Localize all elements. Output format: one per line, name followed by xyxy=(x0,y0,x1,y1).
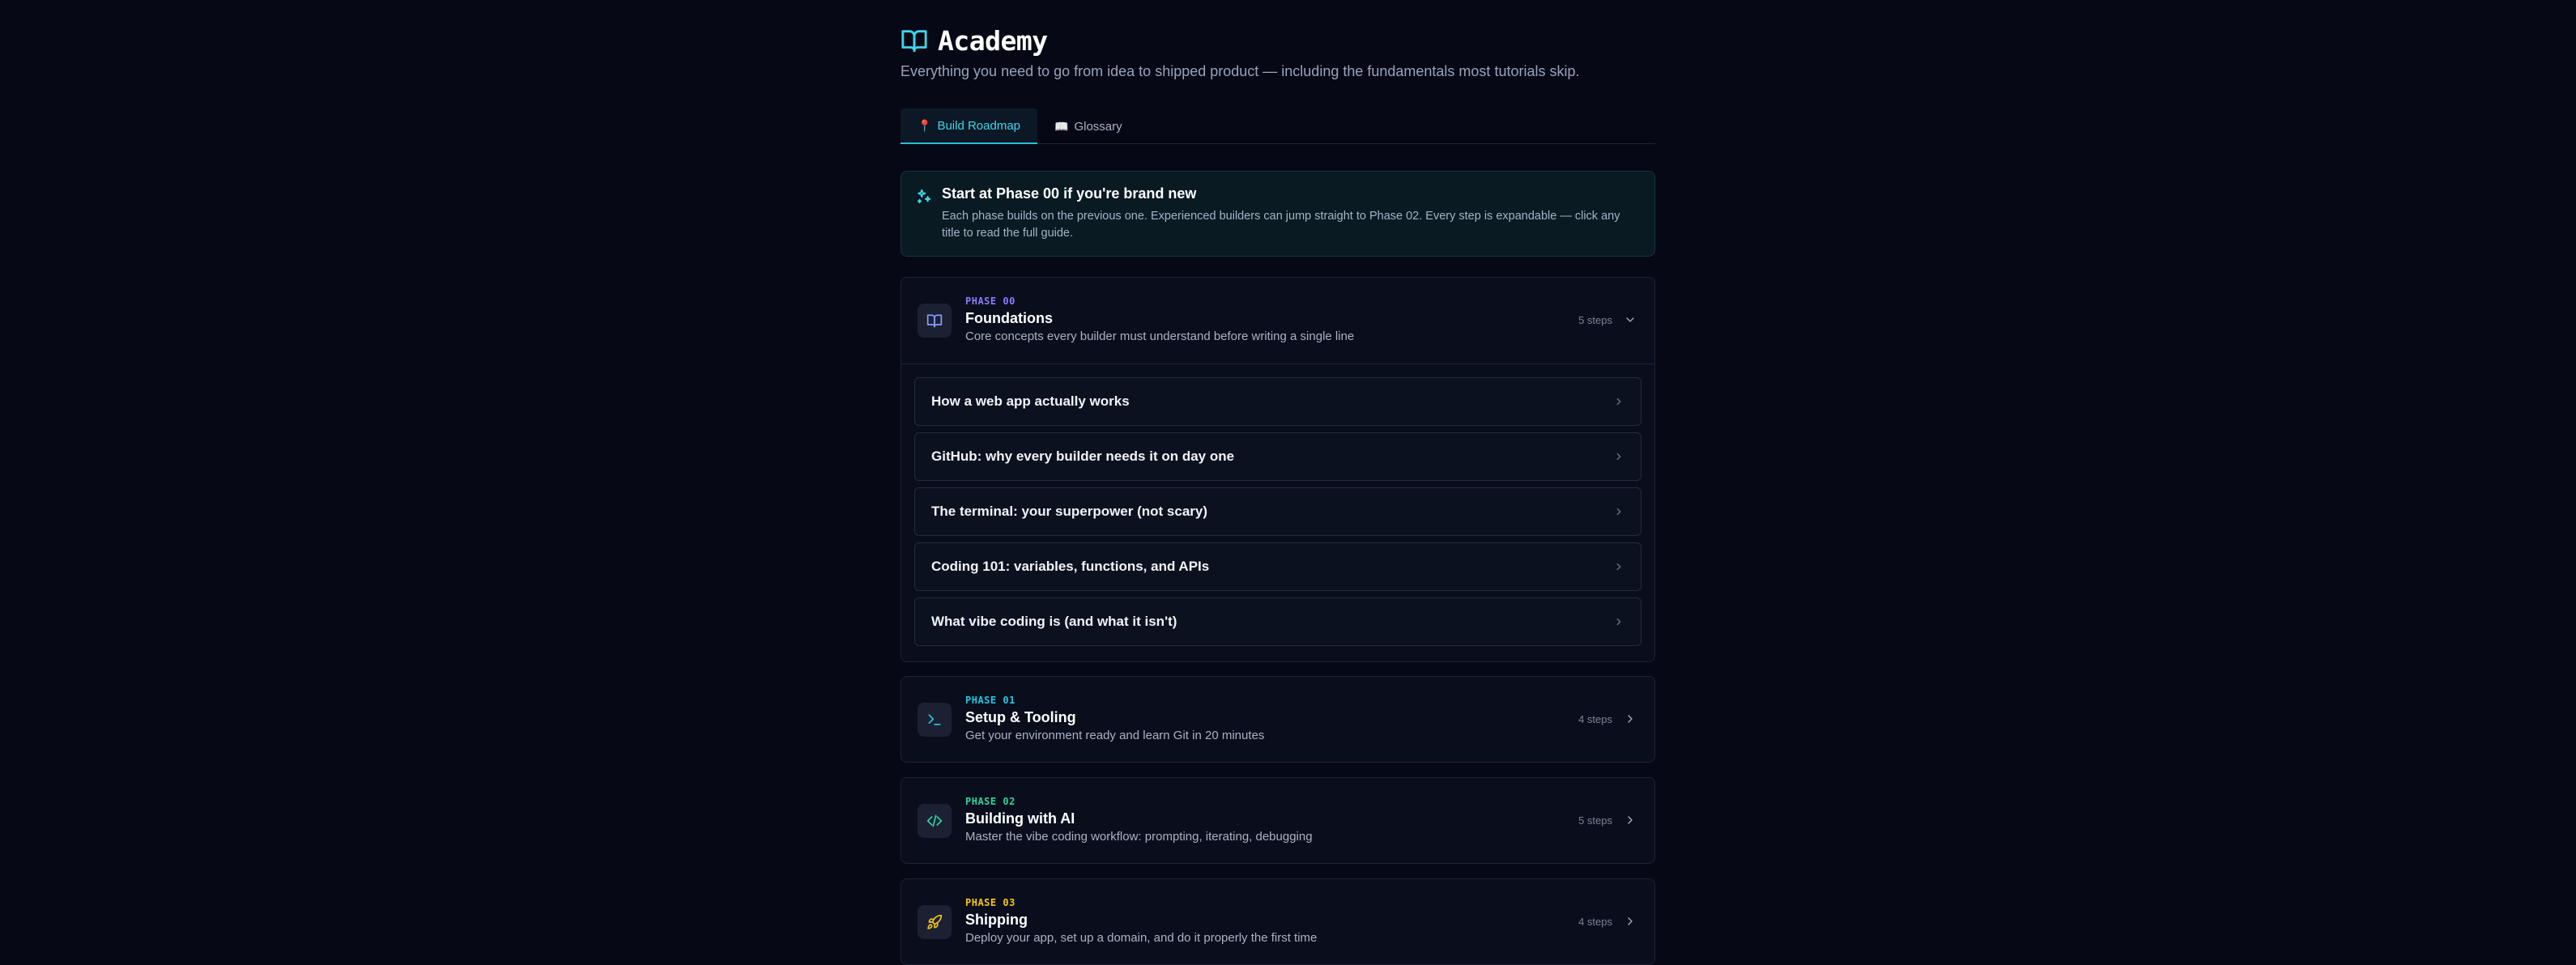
page-title: Academy xyxy=(938,24,1048,57)
phase-step-count: 5 steps xyxy=(1578,814,1612,827)
phase-card-00: PHASE 00 Foundations Core concepts every… xyxy=(901,277,1655,662)
step-item[interactable]: The terminal: your superpower (not scary… xyxy=(914,487,1641,536)
step-item[interactable]: How a web app actually works xyxy=(914,377,1641,426)
phase-steps-list: How a web app actually works GitHub: why… xyxy=(901,363,1654,659)
chevron-right-icon[interactable] xyxy=(1624,915,1637,928)
step-title: How a web app actually works xyxy=(931,393,1130,409)
chevron-right-icon xyxy=(1613,506,1624,517)
title-row: Academy xyxy=(901,24,1655,57)
phase-name: Shipping xyxy=(965,912,1028,928)
phase-description: Core concepts every builder must underst… xyxy=(965,329,1355,343)
step-title: GitHub: why every builder needs it on da… xyxy=(931,448,1235,464)
phase-header[interactable]: PHASE 01 Setup & Tooling Get your enviro… xyxy=(901,677,1654,763)
step-item[interactable]: What vibe coding is (and what it isn't) xyxy=(914,597,1641,646)
chevron-right-icon xyxy=(1613,396,1624,407)
chevron-right-icon xyxy=(1613,451,1624,462)
page-subtitle: Everything you need to go from idea to s… xyxy=(901,63,1580,79)
tab-label: Glossary xyxy=(1074,119,1122,134)
rocket-icon xyxy=(918,905,952,939)
info-banner: Start at Phase 00 if you're brand new Ea… xyxy=(901,171,1655,257)
step-item[interactable]: Coding 101: variables, functions, and AP… xyxy=(914,542,1641,591)
step-item[interactable]: GitHub: why every builder needs it on da… xyxy=(914,432,1641,481)
phase-label: PHASE 02 xyxy=(965,796,1015,807)
step-title: What vibe coding is (and what it isn't) xyxy=(931,614,1177,629)
phase-description: Master the vibe coding workflow: prompti… xyxy=(965,830,1313,844)
chevron-right-icon[interactable] xyxy=(1624,814,1637,827)
chevron-right-icon xyxy=(1613,616,1624,627)
phase-header[interactable]: PHASE 02 Building with AI Master the vib… xyxy=(901,778,1654,864)
phase-name: Building with AI xyxy=(965,810,1075,827)
tab-label: Build Roadmap xyxy=(937,118,1020,133)
phase-description: Deploy your app, set up a domain, and do… xyxy=(965,931,1318,945)
tab-bar: 📍 Build Roadmap 📖 Glossary xyxy=(901,108,1655,144)
phase-header[interactable]: PHASE 03 Shipping Deploy your app, set u… xyxy=(901,879,1654,965)
tab-glossary[interactable]: 📖 Glossary xyxy=(1037,108,1139,144)
phase-name: Foundations xyxy=(965,310,1053,326)
phase-card-03: PHASE 03 Shipping Deploy your app, set u… xyxy=(901,878,1655,965)
step-title: Coding 101: variables, functions, and AP… xyxy=(931,559,1210,574)
phase-label: PHASE 01 xyxy=(965,695,1015,706)
banner-text: Each phase builds on the previous one. E… xyxy=(942,210,1620,240)
pin-icon: 📍 xyxy=(918,118,932,132)
step-title: The terminal: your superpower (not scary… xyxy=(931,504,1208,519)
page-header: Academy Everything you need to go from i… xyxy=(901,24,1655,80)
phase-label: PHASE 03 xyxy=(965,897,1015,908)
open-book-icon: 📖 xyxy=(1054,119,1069,133)
phase-name: Setup & Tooling xyxy=(965,709,1076,725)
phase-card-02: PHASE 02 Building with AI Master the vib… xyxy=(901,777,1655,864)
phase-card-01: PHASE 01 Setup & Tooling Get your enviro… xyxy=(901,676,1655,763)
terminal-icon xyxy=(918,703,952,737)
sparkles-icon xyxy=(915,188,933,206)
book-open-icon xyxy=(901,27,928,54)
book-icon xyxy=(918,304,952,338)
banner-title: Start at Phase 00 if you're brand new xyxy=(942,185,1197,202)
phase-label: PHASE 00 xyxy=(965,295,1015,307)
code-icon xyxy=(918,804,952,838)
chevron-down-icon[interactable] xyxy=(1624,313,1637,326)
chevron-right-icon[interactable] xyxy=(1624,712,1637,725)
chevron-right-icon xyxy=(1613,561,1624,572)
phase-description: Get your environment ready and learn Git… xyxy=(965,729,1265,742)
phase-step-count: 4 steps xyxy=(1578,713,1612,725)
phase-header[interactable]: PHASE 00 Foundations Core concepts every… xyxy=(901,278,1654,363)
phase-step-count: 5 steps xyxy=(1578,314,1612,326)
tab-build-roadmap[interactable]: 📍 Build Roadmap xyxy=(901,108,1037,144)
phase-step-count: 4 steps xyxy=(1578,916,1612,928)
